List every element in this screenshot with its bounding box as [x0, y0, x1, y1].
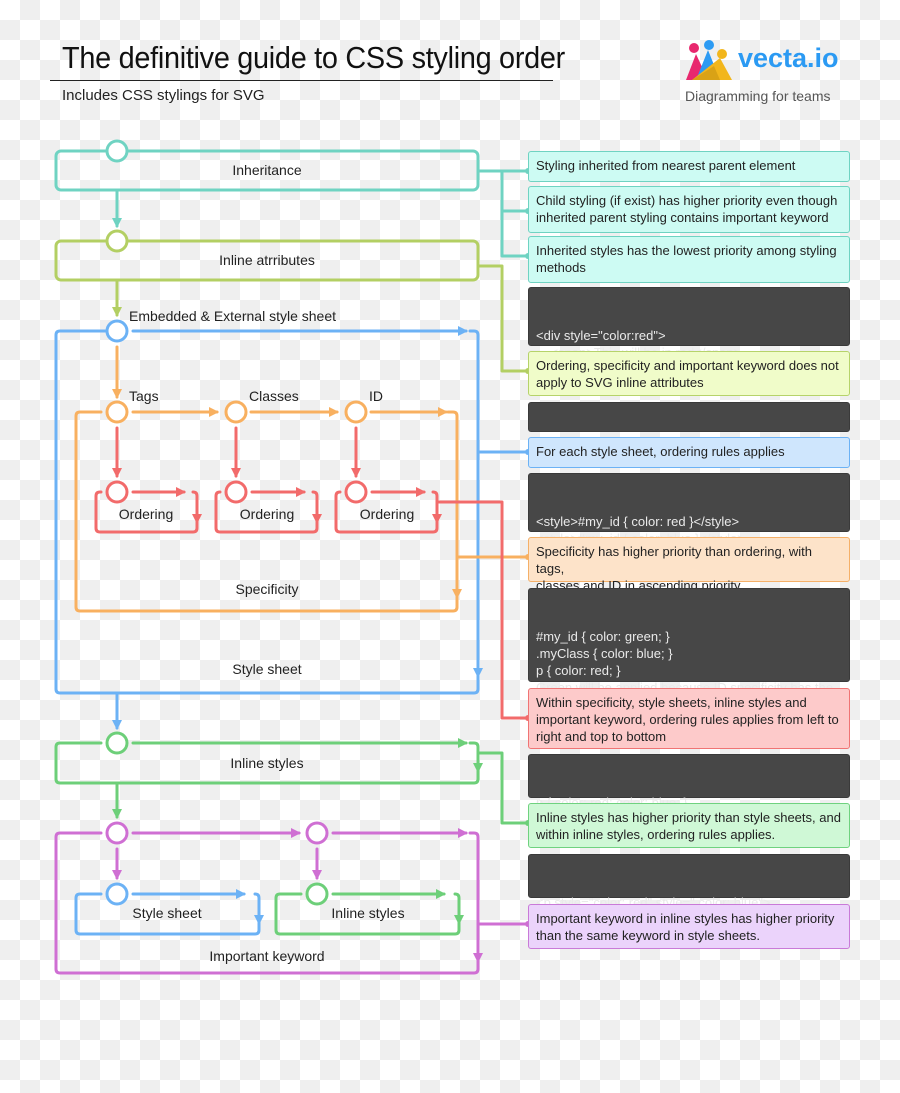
embedded-external-label: Embedded & External style sheet: [129, 308, 337, 324]
inline-attributes-node: [105, 229, 129, 253]
inline-styles-node: [105, 731, 129, 755]
code-example-svg: <svg stroke="red"></svg>: [528, 402, 850, 458]
note-specificity: Specificity has higher priority than ord…: [528, 537, 850, 593]
note-inline-styles: Inline styles has higher priority than s…: [528, 803, 850, 848]
important-node-1: [105, 821, 129, 845]
important-node-2: [305, 821, 329, 845]
tags-node: [105, 400, 129, 424]
classes-node: [224, 400, 248, 424]
important-style-sheet-label: Style sheet: [132, 905, 202, 921]
important-inline-styles-node: [305, 882, 329, 906]
inheritance-label: Inheritance: [232, 162, 302, 178]
important-style-sheet-node: [105, 882, 129, 906]
style-sheet-node: [105, 319, 129, 343]
code-example-inline-styles: <p style="color: red" style=" color: blu…: [528, 854, 850, 927]
code-example-specificity: #my_id { color: green; } .myClass { color…: [528, 588, 850, 712]
classes-label: Classes: [249, 388, 299, 404]
note-ordering: Within specificity, style sheets, inline…: [528, 688, 850, 749]
important-inline-styles-label: Inline styles: [331, 905, 405, 921]
code-example-ordering-2: p { color: red; color: blue; }Blue will …: [528, 754, 850, 827]
note-style-sheet: For each style sheet, ordering rules app…: [528, 437, 850, 468]
inline-styles-label: Inline styles: [230, 755, 304, 771]
ordering-label-3: Ordering: [359, 506, 415, 522]
id-label: ID: [369, 388, 383, 404]
specificity-box: [74, 345, 530, 613]
code-example-inheritance: <div style="color:red"> <span>This will …: [528, 287, 850, 377]
note-inheritance-2: Child styling (if exist) has higher prio…: [528, 186, 850, 233]
ordering-label-2: Ordering: [239, 506, 295, 522]
ordering-boxes: [94, 426, 530, 720]
inline-attributes-label: Inline atrributes: [219, 252, 315, 268]
code-example-ordering: <style>#my_id { color: red }</style><sty…: [528, 473, 850, 563]
note-inline-attributes: Ordering, specificity and important keyw…: [528, 351, 850, 396]
style-sheet-label: Style sheet: [232, 661, 302, 677]
important-keyword-label: Important keyword: [209, 948, 325, 964]
note-important-keyword: Important keyword in inline styles has h…: [528, 904, 850, 949]
note-inheritance-3: Inherited styles has the lowest priority…: [528, 236, 850, 283]
note-inheritance-1: Styling inherited from nearest parent el…: [528, 151, 850, 182]
id-node: [344, 400, 368, 424]
ordering-node-1: [105, 480, 129, 504]
ordering-node-2: [224, 480, 248, 504]
ordering-node-3: [344, 480, 368, 504]
tags-label: Tags: [129, 388, 159, 404]
inheritance-node: [105, 139, 129, 163]
specificity-label: Specificity: [235, 581, 299, 597]
ordering-label-1: Ordering: [118, 506, 174, 522]
